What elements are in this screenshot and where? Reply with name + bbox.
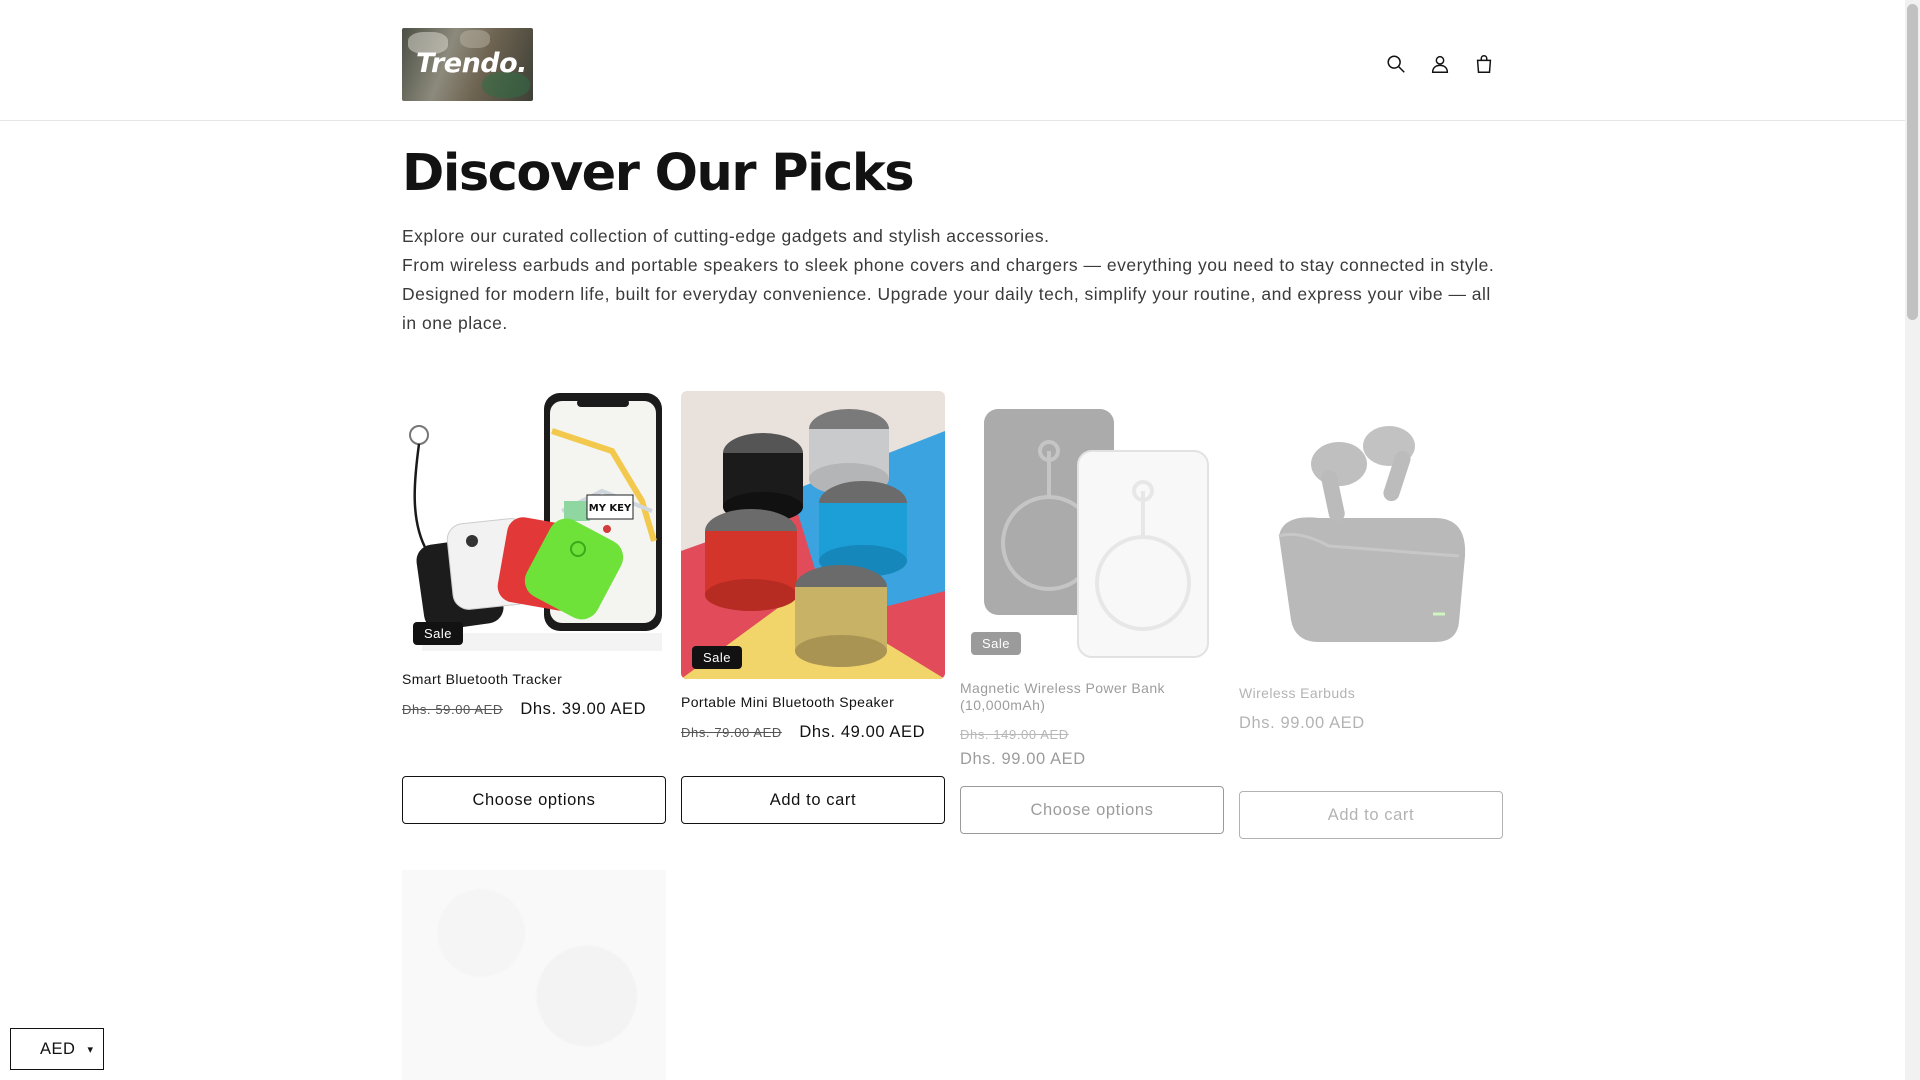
price-row: Dhs. 99.00 AED bbox=[1239, 711, 1503, 736]
product-image-power-bank[interactable]: Sale bbox=[960, 401, 1224, 665]
speaker-illustration bbox=[681, 391, 945, 679]
add-to-cart-button[interactable]: Add to cart bbox=[1239, 791, 1503, 839]
svg-text:MY KEY: MY KEY bbox=[589, 503, 632, 514]
search-icon[interactable] bbox=[1381, 49, 1411, 79]
tracker-illustration: MY KEY bbox=[402, 391, 666, 655]
collection-title: Discover Our Picks bbox=[402, 144, 915, 203]
compare-at-price: Dhs. 149.00 AED bbox=[960, 727, 1069, 742]
description-line: Explore our curated collection of cuttin… bbox=[402, 226, 1050, 246]
sale-badge: Sale bbox=[692, 646, 743, 669]
choose-options-button[interactable]: Choose options bbox=[402, 776, 666, 824]
product-card-earbuds[interactable]: Wireless Earbuds Dhs. 99.00 AED Add to c… bbox=[1239, 406, 1503, 839]
product-image-tracker[interactable]: MY KEY Sale bbox=[402, 391, 666, 655]
power-bank-illustration bbox=[960, 401, 1224, 665]
product-title[interactable]: Smart Bluetooth Tracker bbox=[402, 671, 666, 688]
currency-selector[interactable]: AED ▾ bbox=[10, 1028, 104, 1070]
product-image-speaker[interactable]: Sale bbox=[681, 391, 945, 679]
description-line: From wireless earbuds and portable speak… bbox=[402, 255, 1495, 333]
add-to-cart-button[interactable]: Add to cart bbox=[681, 776, 945, 824]
product-title[interactable]: Portable Mini Bluetooth Speaker bbox=[681, 694, 945, 711]
logo-texture bbox=[460, 30, 490, 48]
price-row: Dhs. 149.00 AED Dhs. 99.00 AED bbox=[960, 723, 1224, 771]
price-row: Dhs. 59.00 AED Dhs. 39.00 AED bbox=[402, 697, 666, 722]
earbuds-illustration bbox=[1239, 406, 1503, 670]
site-header: Trendo. bbox=[0, 0, 1905, 121]
logo-text: Trendo. bbox=[416, 48, 527, 79]
product-card-tracker[interactable]: MY KEY Sale Smart Bluetooth Tracker Dhs.… bbox=[402, 391, 666, 824]
sale-price: Dhs. 49.00 AED bbox=[799, 723, 926, 741]
product-title[interactable]: Wireless Earbuds bbox=[1239, 685, 1503, 702]
regular-price: Dhs. 99.00 AED bbox=[1239, 714, 1365, 732]
product-image-earbuds[interactable] bbox=[1239, 406, 1503, 670]
sale-badge: Sale bbox=[971, 632, 1022, 655]
next-product-image-placeholder bbox=[402, 870, 666, 1080]
price-row: Dhs. 79.00 AED Dhs. 49.00 AED bbox=[681, 720, 945, 745]
chevron-down-icon: ▾ bbox=[87, 1043, 93, 1056]
scrollbar-thumb[interactable] bbox=[1907, 4, 1918, 320]
cart-icon[interactable] bbox=[1469, 49, 1499, 79]
product-card-power-bank[interactable]: Sale Magnetic Wireless Power Bank (10,00… bbox=[960, 401, 1224, 834]
compare-at-price: Dhs. 79.00 AED bbox=[681, 725, 782, 740]
choose-options-button[interactable]: Choose options bbox=[960, 786, 1224, 834]
account-icon[interactable] bbox=[1425, 49, 1455, 79]
sale-price: Dhs. 99.00 AED bbox=[960, 750, 1086, 768]
compare-at-price: Dhs. 59.00 AED bbox=[402, 702, 503, 717]
page-scrollbar[interactable] bbox=[1905, 0, 1920, 1080]
sale-price: Dhs. 39.00 AED bbox=[520, 700, 647, 718]
sale-badge: Sale bbox=[413, 622, 464, 645]
product-card-speaker[interactable]: Sale Portable Mini Bluetooth Speaker Dhs… bbox=[681, 391, 945, 824]
store-logo[interactable]: Trendo. bbox=[402, 28, 533, 101]
currency-code: AED bbox=[40, 1039, 76, 1058]
collection-description: Explore our curated collection of cuttin… bbox=[402, 222, 1504, 338]
product-title[interactable]: Magnetic Wireless Power Bank (10,000mAh) bbox=[960, 680, 1224, 714]
